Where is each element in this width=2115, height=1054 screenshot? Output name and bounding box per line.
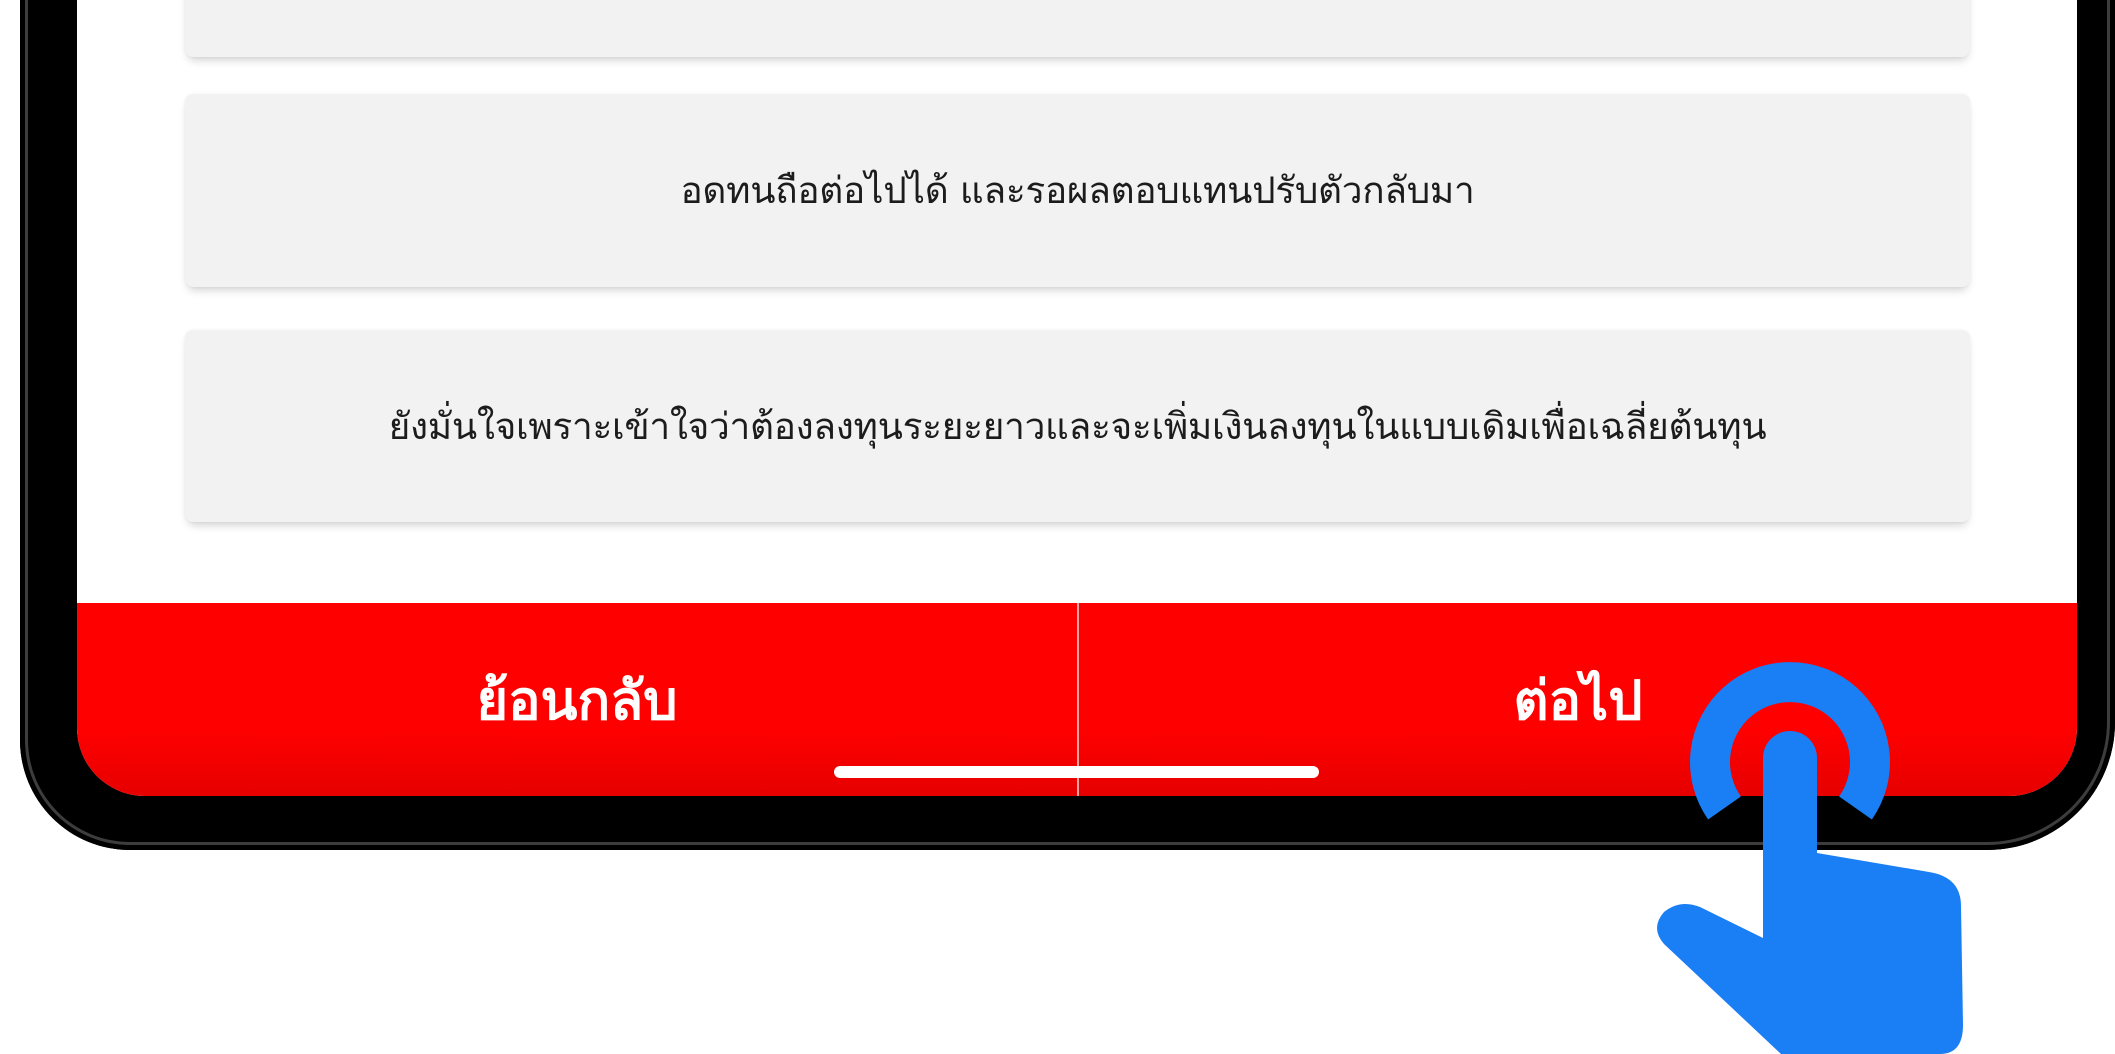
option-card-hold-and-wait[interactable]: อดทนถือต่อไปได้ และรอผลตอบแทนปรับตัวกลับ… bbox=[185, 94, 1970, 287]
phone-screen: อดทนถือต่อไปได้ และรอผลตอบแทนปรับตัวกลับ… bbox=[77, 0, 2077, 796]
option-card-partial[interactable] bbox=[185, 0, 1970, 57]
option-card-invest-more[interactable]: ยังมั่นใจเพราะเข้าใจว่าต้องลงทุนระยะยาวแ… bbox=[185, 330, 1970, 522]
option-label: อดทนถือต่อไปได้ และรอผลตอบแทนปรับตัวกลับ… bbox=[680, 169, 1475, 212]
home-indicator bbox=[834, 766, 1319, 778]
option-label: ยังมั่นใจเพราะเข้าใจว่าต้องลงทุนระยะยาวแ… bbox=[388, 404, 1767, 448]
